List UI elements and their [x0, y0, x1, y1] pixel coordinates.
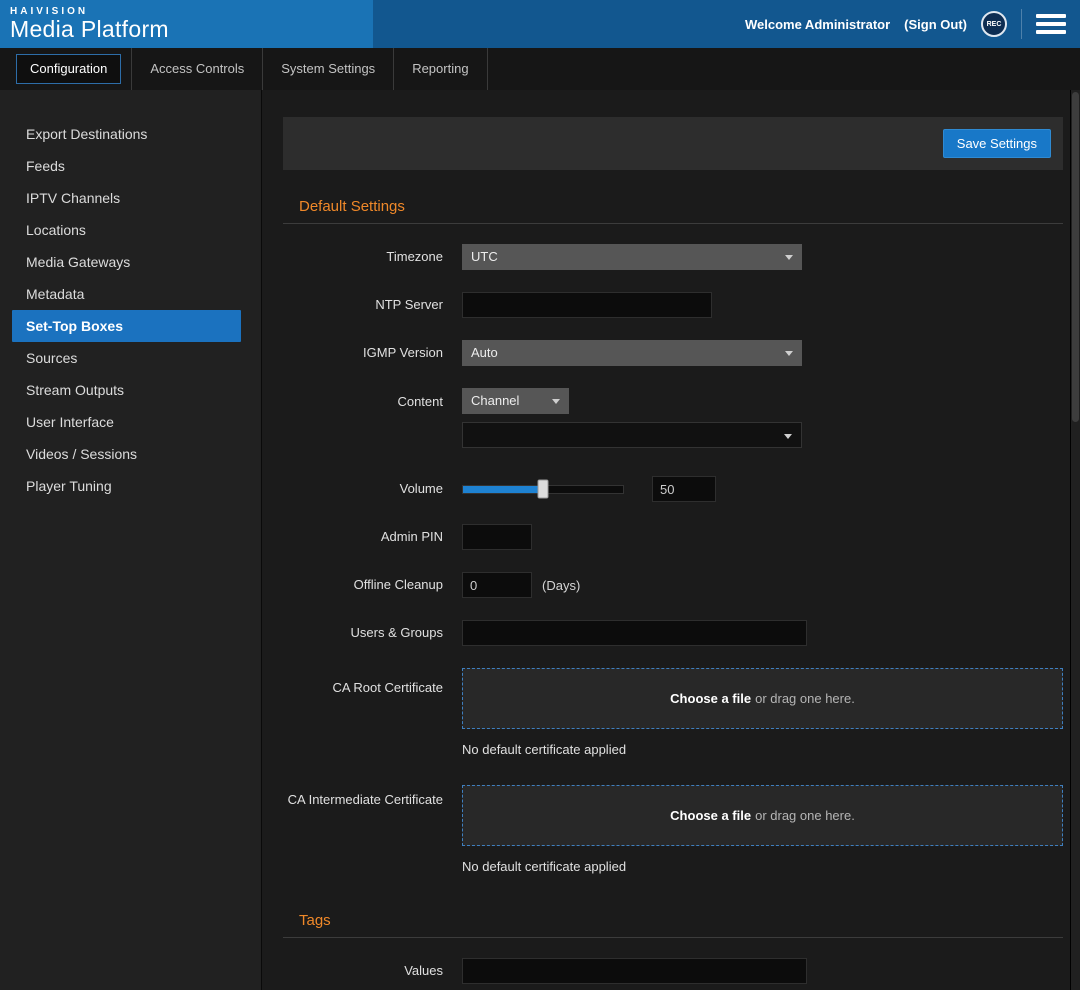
sidebar-item-videos-sessions[interactable]: Videos / Sessions	[0, 438, 261, 470]
content-type-select[interactable]: Channel	[462, 388, 569, 414]
volume-slider-fill	[463, 486, 543, 493]
vertical-scrollbar[interactable]	[1070, 90, 1080, 990]
tab-reporting[interactable]: Reporting	[394, 48, 487, 90]
sidebar-item-feeds[interactable]: Feeds	[0, 150, 261, 182]
scrollbar-thumb[interactable]	[1072, 92, 1079, 422]
ntp-server-input[interactable]	[462, 292, 712, 318]
content-label: Content	[283, 388, 443, 410]
form-row-igmp-version: IGMP Version Auto	[283, 340, 1063, 366]
sidebar-item-set-top-boxes[interactable]: Set-Top Boxes	[12, 310, 241, 342]
drag-hint-text: or drag one here.	[755, 691, 855, 706]
sidebar-item-sources[interactable]: Sources	[0, 342, 261, 374]
ca-intermediate-certificate-controls: Choose a file or drag one here. No defau…	[462, 785, 1063, 874]
chevron-down-icon	[785, 255, 793, 260]
menu-icon[interactable]	[1036, 13, 1066, 35]
offline-cleanup-input[interactable]	[462, 572, 532, 598]
welcome-text: Welcome Administrator	[745, 17, 890, 32]
volume-slider-handle[interactable]	[538, 480, 549, 499]
choose-file-link[interactable]: Choose a file	[670, 691, 751, 706]
igmp-version-selected-value: Auto	[471, 345, 498, 360]
settings-toolbar: Save Settings	[283, 117, 1063, 170]
volume-slider[interactable]	[462, 485, 624, 494]
rec-badge-label: REC	[987, 21, 1002, 28]
admin-pin-input[interactable]	[462, 524, 532, 550]
users-groups-label: Users & Groups	[283, 625, 443, 641]
header-divider	[1021, 9, 1022, 39]
section-divider	[283, 223, 1063, 224]
values-input[interactable]	[462, 958, 807, 984]
form-row-admin-pin: Admin PIN	[283, 524, 1063, 550]
sign-out-link[interactable]: (Sign Out)	[904, 17, 967, 32]
config-sidebar: Export Destinations Feeds IPTV Channels …	[0, 90, 262, 990]
form-row-offline-cleanup: Offline Cleanup (Days)	[283, 572, 1063, 598]
offline-cleanup-unit: (Days)	[542, 578, 580, 593]
content-channel-select[interactable]	[462, 422, 802, 448]
admin-pin-label: Admin PIN	[283, 529, 443, 545]
volume-value-input[interactable]	[652, 476, 716, 502]
header-actions: Welcome Administrator (Sign Out) REC	[745, 9, 1080, 39]
choose-file-link[interactable]: Choose a file	[670, 808, 751, 823]
igmp-version-select[interactable]: Auto	[462, 340, 802, 366]
ca-intermediate-certificate-status: No default certificate applied	[462, 859, 1063, 874]
sidebar-item-player-tuning[interactable]: Player Tuning	[0, 470, 261, 502]
sidebar-item-stream-outputs[interactable]: Stream Outputs	[0, 374, 261, 406]
chevron-down-icon	[785, 351, 793, 356]
form-row-ntp-server: NTP Server	[283, 292, 1063, 318]
timezone-selected-value: UTC	[471, 249, 498, 264]
sidebar-item-metadata[interactable]: Metadata	[0, 278, 261, 310]
page-body: Export Destinations Feeds IPTV Channels …	[0, 90, 1080, 990]
main-nav: Configuration Access Controls System Set…	[0, 48, 1080, 90]
settings-panel: Save Settings Default Settings Timezone …	[262, 90, 1080, 990]
tab-access-controls[interactable]: Access Controls	[131, 48, 263, 90]
chevron-down-icon	[784, 434, 792, 439]
chevron-down-icon	[552, 399, 560, 404]
form-row-ca-root-certificate: CA Root Certificate Choose a file or dra…	[283, 668, 1063, 757]
ca-root-certificate-status: No default certificate applied	[462, 742, 1063, 757]
ca-root-certificate-controls: Choose a file or drag one here. No defau…	[462, 668, 1063, 757]
section-divider	[283, 937, 1063, 938]
default-settings-form: Timezone UTC NTP Server IGMP Version Aut…	[283, 244, 1063, 874]
drag-hint-text: or drag one here.	[755, 808, 855, 823]
tags-form: Values	[283, 958, 1063, 984]
brand-logo: HAIVISION Media Platform	[10, 6, 169, 43]
ca-intermediate-certificate-label: CA Intermediate Certificate	[283, 785, 443, 808]
tab-configuration[interactable]: Configuration	[16, 54, 121, 84]
offline-cleanup-label: Offline Cleanup	[283, 577, 443, 593]
save-settings-button[interactable]: Save Settings	[943, 129, 1051, 158]
form-row-users-groups: Users & Groups	[283, 620, 1063, 646]
ca-root-certificate-dropzone[interactable]: Choose a file or drag one here.	[462, 668, 1063, 729]
brand-media-platform: Media Platform	[10, 16, 169, 43]
form-row-timezone: Timezone UTC	[283, 244, 1063, 270]
rec-badge: REC	[981, 11, 1007, 37]
content-controls: Channel	[462, 388, 802, 448]
form-row-ca-intermediate-certificate: CA Intermediate Certificate Choose a fil…	[283, 785, 1063, 874]
timezone-select[interactable]: UTC	[462, 244, 802, 270]
sidebar-item-locations[interactable]: Locations	[0, 214, 261, 246]
ca-intermediate-certificate-dropzone[interactable]: Choose a file or drag one here.	[462, 785, 1063, 846]
volume-label: Volume	[283, 481, 443, 497]
sidebar-item-user-interface[interactable]: User Interface	[0, 406, 261, 438]
ca-root-certificate-label: CA Root Certificate	[283, 668, 443, 696]
sidebar-item-export-destinations[interactable]: Export Destinations	[0, 118, 261, 150]
form-row-volume: Volume	[283, 476, 1063, 502]
igmp-version-label: IGMP Version	[283, 345, 443, 361]
sidebar-item-iptv-channels[interactable]: IPTV Channels	[0, 182, 261, 214]
brand-area: HAIVISION Media Platform	[0, 0, 373, 48]
values-label: Values	[283, 963, 443, 979]
users-groups-input[interactable]	[462, 620, 807, 646]
tab-system-settings[interactable]: System Settings	[263, 48, 394, 90]
ntp-server-label: NTP Server	[283, 297, 443, 313]
form-row-content: Content Channel	[283, 388, 1063, 448]
timezone-label: Timezone	[283, 249, 443, 265]
section-title-default-settings: Default Settings	[283, 198, 1063, 215]
section-title-tags: Tags	[283, 912, 1063, 929]
content-type-selected-value: Channel	[471, 393, 519, 408]
app-header: HAIVISION Media Platform Welcome Adminis…	[0, 0, 1080, 48]
form-row-values: Values	[283, 958, 1063, 984]
sidebar-item-media-gateways[interactable]: Media Gateways	[0, 246, 261, 278]
